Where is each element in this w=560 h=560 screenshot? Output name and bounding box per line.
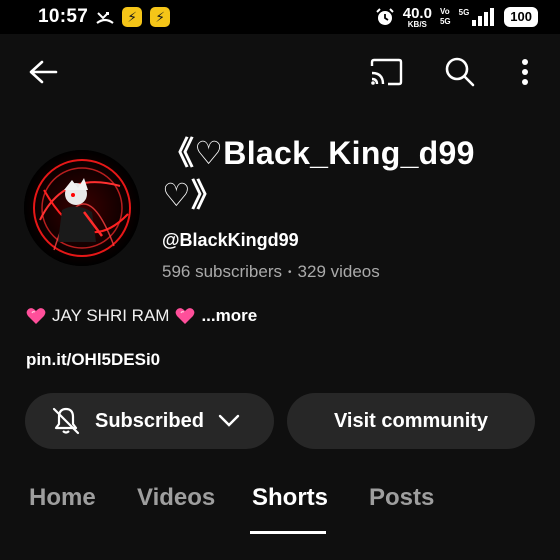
tab-videos[interactable]: Videos: [137, 484, 215, 512]
visit-community-label: Visit community: [333, 409, 489, 432]
tab-posts[interactable]: Posts: [369, 484, 434, 512]
back-button[interactable]: [21, 50, 65, 94]
channel-link[interactable]: pin.it/OHl5DESi0: [26, 350, 160, 370]
back-arrow-icon: [29, 60, 58, 84]
cast-icon: [370, 58, 403, 86]
video-count: 329 videos: [297, 262, 380, 281]
channel-stats: 596 subscribers • 329 videos: [162, 262, 380, 282]
channel-avatar[interactable]: [24, 150, 140, 266]
top-app-bar: [0, 40, 560, 104]
description-text: JAY SHRI RAM: [52, 306, 170, 325]
network-speed: 40.0 KB/S: [402, 4, 432, 29]
signal-icon: 5G: [459, 8, 497, 26]
channel-description[interactable]: JAY SHRI RAM ...more: [26, 306, 257, 326]
status-time: 10:57: [38, 6, 89, 27]
chevron-down-icon: [218, 414, 240, 427]
cast-button[interactable]: [364, 50, 408, 94]
heart-icon: [176, 308, 195, 324]
channel-handle: @BlackKingd99: [162, 230, 299, 250]
active-tab-indicator: [250, 531, 326, 534]
status-bar: 10:57 ⚡ ⚡ 40.0 KB/S Vo 5G 5G 100: [0, 0, 560, 34]
search-button[interactable]: [438, 50, 482, 94]
volte-indicator: Vo 5G: [439, 7, 451, 26]
channel-tabs: Home Videos Shorts Posts: [0, 470, 560, 536]
avatar-image: [24, 150, 140, 266]
more-vert-icon: [522, 59, 528, 85]
notifications-off-icon: [52, 407, 80, 435]
tab-shorts[interactable]: Shorts: [252, 484, 328, 512]
app-notification-icon: ⚡: [150, 7, 171, 27]
more-link[interactable]: ...more: [201, 306, 257, 326]
channel-name: 《♡Black_King_d99 ♡》: [162, 135, 475, 213]
heart-icon: [26, 308, 46, 324]
subscribed-label: Subscribed: [95, 409, 204, 432]
stats-separator: •: [288, 266, 292, 278]
tab-home[interactable]: Home: [29, 484, 96, 512]
visit-community-button[interactable]: Visit community: [287, 393, 535, 449]
subscribed-button[interactable]: Subscribed: [25, 393, 274, 449]
more-options-button[interactable]: [503, 50, 547, 94]
search-icon: [445, 57, 475, 87]
missed-call-icon: [96, 9, 114, 25]
subscriber-count: 596 subscribers: [162, 262, 283, 281]
battery-icon: 100: [504, 7, 538, 27]
app-notification-icon: ⚡: [122, 7, 143, 27]
alarm-icon: [375, 7, 395, 27]
